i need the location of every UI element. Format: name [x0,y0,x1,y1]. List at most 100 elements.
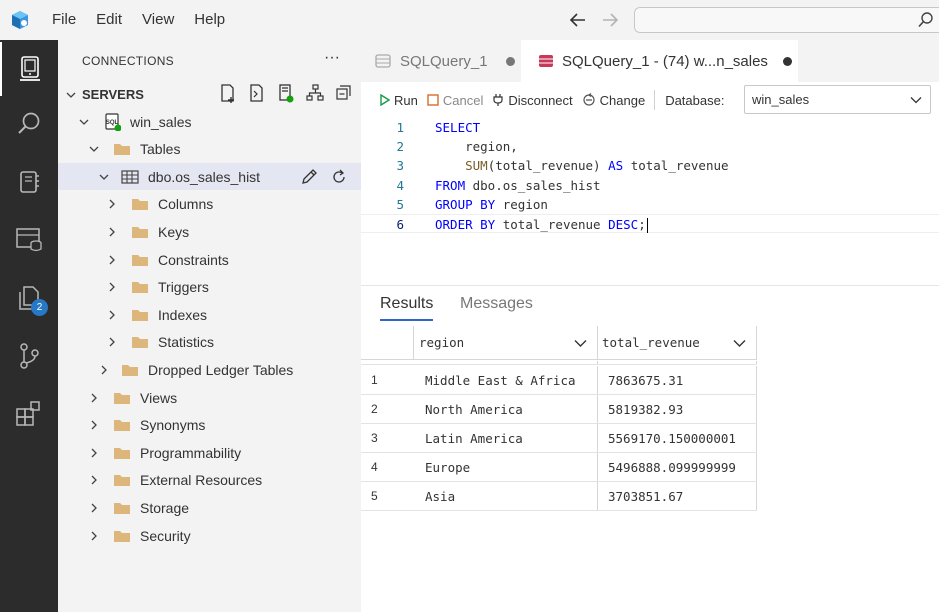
tree-item-constraints[interactable]: Constraints [58,246,361,273]
chevron-right-icon[interactable] [105,225,119,239]
region-cell[interactable]: North America [414,395,598,423]
sql-editor[interactable]: 1 SELECT 2 region, 3 SUM(total_revenue) AS … [361,118,939,285]
code-line[interactable]: 3 SUM(total_revenue) AS total_revenue [361,156,939,175]
more-actions-icon[interactable]: ··· [324,49,340,67]
region-cell[interactable]: Middle East & Africa [414,366,598,394]
column-header-region[interactable]: region [414,326,598,359]
row-number-cell[interactable]: 5 [361,482,414,510]
tree-item-win-sales[interactable]: SQL win_sales [58,108,361,135]
chevron-down-icon[interactable] [574,337,587,349]
total-revenue-cell[interactable]: 5496888.099999999 [598,453,757,481]
chevron-right-icon[interactable] [105,308,119,322]
collapse-all-icon[interactable] [335,83,353,106]
tab-messages[interactable]: Messages [460,295,533,313]
total-revenue-cell[interactable]: 3703851.67 [598,482,757,510]
refresh-icon[interactable] [330,168,348,189]
command-center-search[interactable] [634,7,939,33]
new-connection-icon[interactable] [219,83,237,106]
dashboards-icon[interactable] [0,213,58,267]
code-line[interactable]: 5 GROUP BY region [361,195,939,214]
tree-item-dbo-os-sales-hist[interactable]: dbo.os_sales_hist [58,163,361,191]
extensions-icon[interactable] [0,387,58,441]
tree-item-programmability[interactable]: Programmability [58,439,361,466]
connections-icon[interactable] [0,42,58,96]
chevron-right-icon[interactable] [105,335,119,349]
tree-item-external-resources[interactable]: External Resources [58,467,361,494]
chevron-down-icon[interactable] [87,142,101,156]
disconnect-button[interactable]: Disconnect [492,93,573,108]
tab-results[interactable]: Results [380,295,433,313]
tree-item-dropped-ledger-tables[interactable]: Dropped Ledger Tables [58,356,361,383]
region-cell[interactable]: Latin America [414,424,598,452]
column-header-total-revenue[interactable]: total_revenue [598,326,757,359]
total-revenue-cell[interactable]: 5819382.93 [598,395,757,423]
menu-view[interactable]: View [132,0,184,40]
chevron-right-icon[interactable] [87,446,101,460]
edit-pencil-icon[interactable] [300,168,318,189]
tree-item-synonyms[interactable]: Synonyms [58,412,361,439]
chevron-right-icon[interactable] [87,473,101,487]
tree-item-indexes[interactable]: Indexes [58,301,361,328]
row-number-cell[interactable]: 1 [361,366,414,394]
chevron-right-icon[interactable] [105,197,119,211]
row-number-cell[interactable]: 2 [361,395,414,423]
run-button[interactable]: Run [380,93,418,108]
change-connection-button[interactable]: Change [582,93,645,108]
total-revenue-cell[interactable]: 7863675.31 [598,366,757,394]
group-by-icon[interactable] [306,83,324,106]
code-line[interactable]: 1 SELECT [361,118,939,137]
chevron-right-icon[interactable] [97,363,111,377]
table-row[interactable]: 4 Europe 5496888.099999999 [361,453,757,482]
chevron-down-icon[interactable] [733,337,746,349]
code-line[interactable]: 4 FROM dbo.os_sales_hist [361,176,939,195]
chevron-down-icon[interactable] [77,115,91,129]
database-label: Database: [665,92,725,108]
table-row[interactable]: 5 Asia 3703851.67 [361,482,757,511]
tab-sqlquery-1-win-sales[interactable]: SQLQuery_1 - (74) w...n_sales [521,40,798,82]
tree-item-storage[interactable]: Storage [58,494,361,521]
region-cell[interactable]: Asia [414,482,598,510]
chevron-right-icon[interactable] [105,280,119,294]
region-cell[interactable]: Europe [414,453,598,481]
row-number-cell[interactable]: 4 [361,453,414,481]
tab-sqlquery-1[interactable]: SQLQuery_1 [361,40,521,82]
chevron-down-icon[interactable] [97,170,111,184]
table-row[interactable]: 3 Latin America 5569170.150000001 [361,424,757,453]
chevron-right-icon[interactable] [87,391,101,405]
source-control-icon[interactable] [0,329,58,383]
chevron-right-icon[interactable] [105,253,119,267]
tree-item-triggers[interactable]: Triggers [58,274,361,301]
chevron-right-icon[interactable] [87,418,101,432]
activity-bar: 2 [0,40,58,612]
cancel-button[interactable]: Cancel [427,93,483,108]
new-query-icon[interactable] [248,83,266,106]
table-row[interactable]: 2 North America 5819382.93 [361,395,757,424]
tree-item-statistics[interactable]: Statistics [58,329,361,356]
back-arrow-icon[interactable] [567,9,589,31]
tree-item-tables[interactable]: Tables [58,136,361,163]
tree-item-columns[interactable]: Columns [58,191,361,218]
table-row[interactable]: 1 Middle East & Africa 7863675.31 [361,366,757,395]
row-number-cell[interactable]: 3 [361,424,414,452]
line-number: 4 [396,177,404,193]
chevron-right-icon[interactable] [87,501,101,515]
menu-help[interactable]: Help [184,0,235,40]
servers-section-header[interactable]: SERVERS [58,81,361,108]
total-revenue-cell[interactable]: 5569170.150000001 [598,424,757,452]
tree-item-views[interactable]: Views [58,384,361,411]
search-icon[interactable] [0,97,58,151]
new-server-group-icon[interactable] [277,83,295,106]
chevron-right-icon[interactable] [87,529,101,543]
code-line[interactable]: 2 region, [361,137,939,156]
code-line[interactable]: 6 ORDER BY total_revenue DESC; [361,214,939,233]
tree-item-security[interactable]: Security [58,522,361,549]
tree-item-keys[interactable]: Keys [58,218,361,245]
notebooks-icon[interactable] [0,155,58,209]
explorer-icon[interactable]: 2 [0,271,58,325]
cell-value: Asia [425,488,456,504]
menu-file[interactable]: File [40,0,86,40]
menu-edit[interactable]: Edit [86,0,132,40]
forward-arrow-icon[interactable] [599,9,621,31]
database-select[interactable]: win_sales [744,85,931,114]
